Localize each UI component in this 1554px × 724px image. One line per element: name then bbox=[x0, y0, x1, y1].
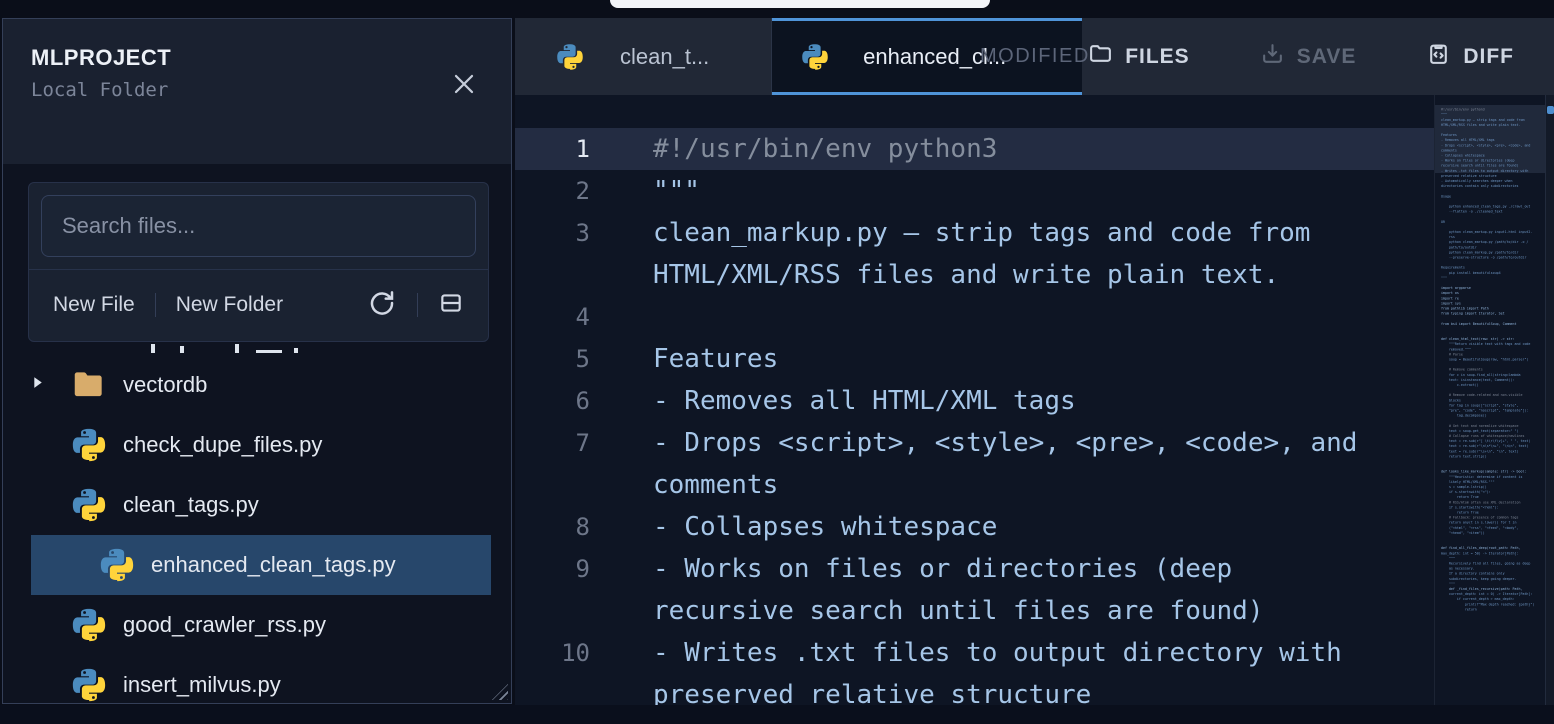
bottom-strip bbox=[0, 705, 1554, 724]
code-line-2[interactable]: 2 """ bbox=[515, 170, 1434, 212]
screen: MLPROJECT Local Folder New File New Fold… bbox=[0, 0, 1554, 724]
minimap-line: return bbox=[1441, 607, 1546, 612]
explorer-tools-card: New File New Folder bbox=[28, 182, 489, 342]
tab-label: clean_t... bbox=[620, 44, 709, 70]
editor-panel: clean_t... enhanced_cl... MODIFIED FILES bbox=[515, 18, 1554, 705]
split-panel-button[interactable] bbox=[438, 290, 464, 319]
refresh-button[interactable] bbox=[367, 288, 397, 321]
diff-label: DIFF bbox=[1463, 45, 1514, 69]
save-label: SAVE bbox=[1297, 45, 1357, 69]
python-icon bbox=[70, 606, 108, 644]
files-label: FILES bbox=[1125, 45, 1190, 69]
file-explorer-panel: MLPROJECT Local Folder New File New Fold… bbox=[2, 18, 512, 704]
divider bbox=[155, 293, 156, 317]
line-number: 4 bbox=[515, 296, 620, 338]
file-name-label: enhanced_clean_tags.py bbox=[151, 552, 396, 578]
code-line-8[interactable]: 8 - Collapses whitespace bbox=[515, 506, 1434, 548]
chevron-right-icon[interactable] bbox=[29, 374, 46, 396]
save-icon bbox=[1260, 41, 1285, 72]
tree-file-clean_tags.py[interactable]: clean_tags.py bbox=[3, 475, 511, 535]
line-number: 3 bbox=[515, 212, 620, 296]
vertical-scrollbar[interactable] bbox=[1545, 95, 1554, 705]
code-line-5[interactable]: 5 Features bbox=[515, 338, 1434, 380]
python-icon bbox=[70, 486, 108, 524]
tab-enhanced-clean-tags-active[interactable]: enhanced_cl... bbox=[772, 18, 1082, 95]
minimap-line: python clean_markup.py input1.html input… bbox=[1441, 229, 1546, 234]
line-number: 7 bbox=[515, 422, 620, 506]
close-icon bbox=[448, 68, 480, 105]
search-input[interactable] bbox=[41, 195, 476, 257]
code-line-10[interactable]: 10 - Writes .txt files to output director… bbox=[515, 632, 1434, 705]
code-line-7[interactable]: 7 - Drops <script>, <style>, <pre>, <code… bbox=[515, 422, 1434, 506]
tree-file-good_crawler_rss.py[interactable]: good_crawler_rss.py bbox=[3, 595, 511, 655]
tree-file-check_dupe_files.py[interactable]: check_dupe_files.py bbox=[3, 415, 511, 475]
minimap-content: #!/usr/bin/env python3"""clean_markup.py… bbox=[1441, 107, 1546, 612]
files-button[interactable]: FILES bbox=[1082, 40, 1196, 73]
close-button[interactable] bbox=[445, 67, 483, 105]
python-icon bbox=[800, 42, 830, 72]
code-line-6[interactable]: 6 - Removes all HTML/XML tags bbox=[515, 380, 1434, 422]
divider bbox=[417, 293, 418, 317]
code-text: - Writes .txt files to output directory … bbox=[653, 632, 1373, 705]
new-folder-button[interactable]: New Folder bbox=[176, 293, 283, 317]
project-subtitle: Local Folder bbox=[31, 79, 485, 101]
minimap[interactable]: #!/usr/bin/env python3"""clean_markup.py… bbox=[1434, 95, 1546, 705]
line-number: 1 bbox=[515, 128, 620, 170]
code-text: - Drops <script>, <style>, <pre>, <code>… bbox=[653, 422, 1373, 506]
tab-bar: clean_t... enhanced_cl... MODIFIED FILES bbox=[515, 18, 1554, 95]
split-panel-icon bbox=[438, 290, 464, 319]
save-button[interactable]: SAVE bbox=[1254, 40, 1363, 73]
python-icon bbox=[555, 42, 585, 72]
folder-outline-icon bbox=[1088, 41, 1113, 72]
line-number: 6 bbox=[515, 380, 620, 422]
line-number: 10 bbox=[515, 632, 620, 705]
code-area[interactable]: 1 #!/usr/bin/env python3 2 """ 3 clean_markup… bbox=[515, 95, 1434, 705]
browser-omnibox-fragment bbox=[610, 0, 990, 8]
scrollbar-thumb[interactable] bbox=[1547, 106, 1554, 114]
folder-icon bbox=[70, 366, 108, 404]
code-text: #!/usr/bin/env python3 bbox=[653, 128, 997, 170]
code-line-9[interactable]: 9 - Works on files or directories (deep r… bbox=[515, 548, 1434, 632]
code-text: - Collapses whitespace bbox=[653, 506, 997, 548]
code-text: Features bbox=[653, 338, 778, 380]
line-number: 8 bbox=[515, 506, 620, 548]
file-name-label: insert_milvus.py bbox=[123, 672, 281, 698]
refresh-icon bbox=[367, 288, 397, 321]
python-icon bbox=[98, 546, 136, 584]
tab-label: enhanced_cl... bbox=[863, 44, 1006, 70]
code-text: - Removes all HTML/XML tags bbox=[653, 380, 1076, 422]
code-text: """ bbox=[653, 170, 700, 212]
new-file-button[interactable]: New File bbox=[53, 293, 135, 317]
code-text: clean_markup.py — strip tags and code fr… bbox=[653, 212, 1373, 296]
tree-folder-vectordb[interactable]: vectordb bbox=[3, 355, 511, 415]
file-name-label: check_dupe_files.py bbox=[123, 432, 322, 458]
diff-clipboard-icon bbox=[1426, 41, 1451, 72]
line-number: 9 bbox=[515, 548, 620, 632]
file-tree: vectordb check_dupe_files.py clean_tags.py… bbox=[3, 342, 511, 715]
tree-file-enhanced_clean_tags.py[interactable]: enhanced_clean_tags.py bbox=[31, 535, 491, 595]
file-name-label: good_crawler_rss.py bbox=[123, 612, 326, 638]
code-line-4[interactable]: 4 bbox=[515, 296, 1434, 338]
line-number: 5 bbox=[515, 338, 620, 380]
code-text: - Works on files or directories (deep re… bbox=[653, 548, 1373, 632]
editor-content: 1 #!/usr/bin/env python3 2 """ 3 clean_markup… bbox=[515, 95, 1554, 705]
project-title: MLPROJECT bbox=[31, 45, 485, 71]
explorer-actions: New File New Folder bbox=[29, 269, 488, 339]
tab-clean-tags[interactable]: clean_t... bbox=[515, 18, 772, 95]
file-tree-clipped-item[interactable] bbox=[3, 342, 511, 355]
python-icon bbox=[70, 666, 108, 704]
file-name-label: clean_tags.py bbox=[123, 492, 259, 518]
editor-toolbar: FILES SAVE DIFF bbox=[1082, 18, 1554, 95]
python-icon bbox=[70, 426, 108, 464]
explorer-header: MLPROJECT Local Folder bbox=[3, 19, 511, 164]
diff-button[interactable]: DIFF bbox=[1420, 40, 1520, 73]
line-number: 2 bbox=[515, 170, 620, 212]
code-line-1[interactable]: 1 #!/usr/bin/env python3 bbox=[515, 128, 1434, 170]
code-line-3[interactable]: 3 clean_markup.py — strip tags and code f… bbox=[515, 212, 1434, 296]
file-name-label: vectordb bbox=[123, 372, 207, 398]
